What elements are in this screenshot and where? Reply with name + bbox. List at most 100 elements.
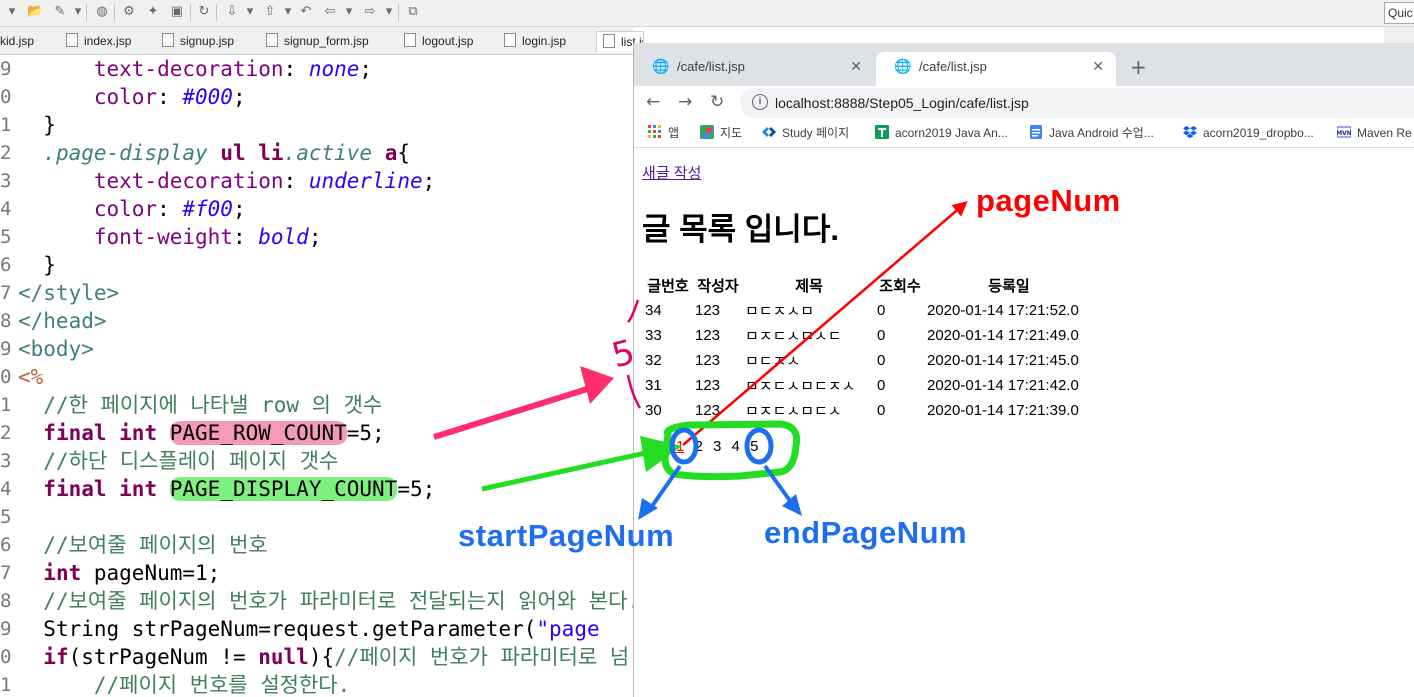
tab-signup-jsp[interactable]: signup.jsp bbox=[162, 31, 234, 51]
bookmark-acorn-java[interactable]: acorn2019 Java An... bbox=[875, 122, 1008, 144]
dropbox-icon bbox=[1183, 126, 1197, 139]
page-link-1[interactable]: 1 bbox=[676, 438, 684, 455]
line-number: 2 bbox=[0, 142, 12, 164]
css-value: #f00 bbox=[182, 197, 233, 221]
cell-title: ㅁㄷㅈㅅㅁ bbox=[745, 303, 815, 320]
close-icon[interactable]: ✕ bbox=[1092, 52, 1104, 82]
css-selector: li bbox=[258, 141, 284, 165]
css-property: font-weight bbox=[93, 225, 233, 249]
cell-date: 2020-01-14 17:21:52.0 bbox=[927, 302, 1079, 319]
next-annotation-icon[interactable]: ⇩ bbox=[224, 4, 240, 20]
code-text: =5; bbox=[397, 477, 436, 501]
browser-tab-active[interactable]: 🌐 /cafe/list.jsp ✕ bbox=[876, 52, 1116, 86]
prev-annotation-icon[interactable]: ⇧ bbox=[262, 4, 278, 20]
code-line: </style> bbox=[18, 279, 119, 307]
new-file-icon[interactable]: ▣ bbox=[169, 4, 185, 20]
dropdown-arrow-icon[interactable]: ▾ bbox=[280, 4, 296, 20]
dropdown-arrow-icon[interactable]: ▾ bbox=[381, 4, 397, 20]
bookmark-label: Java Android 수업... bbox=[1049, 126, 1154, 140]
back-icon[interactable]: ← bbox=[646, 91, 660, 113]
new-class-icon[interactable]: ⚙ bbox=[121, 4, 137, 20]
back-icon[interactable]: ⇦ bbox=[322, 4, 338, 20]
quick-access-input[interactable]: Quic bbox=[1384, 2, 1414, 24]
table-header-row: 글번호 작성자 제목 조회수 등록일 bbox=[644, 274, 1092, 297]
code-line: if(strPageNum != null){//페이지 번호가 파라미터로 넘 bbox=[18, 643, 629, 671]
tab-label: login.jsp bbox=[522, 34, 567, 48]
info-icon[interactable]: i bbox=[752, 94, 768, 110]
globe-icon[interactable]: ◍ bbox=[94, 4, 110, 20]
css-selector: .page-display bbox=[43, 141, 208, 165]
bookmark-apps[interactable]: 앱 bbox=[648, 122, 679, 144]
cell-date: 2020-01-14 17:21:39.0 bbox=[927, 402, 1079, 419]
open-perspective-icon[interactable]: ⧉ bbox=[405, 4, 421, 20]
string-literal: "page bbox=[536, 617, 600, 641]
forward-icon[interactable]: ⇨ bbox=[362, 4, 378, 20]
css-value: underline bbox=[308, 169, 423, 193]
dropdown-arrow-icon[interactable]: ▾ bbox=[70, 4, 86, 20]
code-comment: //보여줄 페이지의 번호가 파라미터로 전달되는지 읽어와 본다. bbox=[43, 589, 634, 613]
code-text: } bbox=[43, 113, 56, 137]
close-icon[interactable]: ✕ bbox=[850, 52, 862, 82]
new-package-icon[interactable]: ✦ bbox=[145, 4, 161, 20]
page-link-3[interactable]: 3 bbox=[713, 438, 721, 455]
tab-signup-form-jsp[interactable]: signup_form.jsp bbox=[266, 31, 369, 51]
page-display-count-var: PAGE_DISPLAY_COUNT bbox=[169, 477, 398, 501]
bookmark-java-android[interactable]: Java Android 수업... bbox=[1029, 122, 1154, 144]
code-line: int pageNum=1; bbox=[18, 559, 220, 587]
globe-icon: 🌐 bbox=[894, 59, 912, 75]
jsp-open-tag: <% bbox=[18, 365, 44, 389]
bookmark-label: 지도 bbox=[720, 126, 743, 140]
bookmark-maven[interactable]: MVN Maven Re bbox=[1337, 122, 1412, 144]
line-number: 5 bbox=[0, 506, 12, 528]
code-line: //보여줄 페이지의 번호 bbox=[18, 531, 267, 559]
page-link-5[interactable]: 5 bbox=[750, 438, 758, 455]
reload-icon[interactable]: ↻ bbox=[710, 91, 724, 113]
page-link-2[interactable]: 2 bbox=[695, 438, 703, 455]
code-line: <% bbox=[18, 363, 43, 391]
table-row: 30 123 ㅁㅈㄷㅅㅁㄷㅅ 0 2020-01-14 17:21:39.0 bbox=[644, 399, 1092, 422]
code-line: final int PAGE_ROW_COUNT=5; bbox=[18, 419, 385, 447]
dropdown-arrow-icon[interactable]: ▾ bbox=[4, 4, 20, 20]
cell-writer: 123 bbox=[695, 402, 721, 419]
column-header: 제목 bbox=[795, 278, 823, 295]
line-number: 9 bbox=[0, 618, 12, 640]
url-input[interactable]: i localhost:8888/Step05_Login/cafe/list.… bbox=[740, 88, 1414, 118]
last-edit-icon[interactable]: ↶ bbox=[298, 4, 314, 20]
cell-writer: 123 bbox=[695, 302, 721, 319]
html-tag: </style> bbox=[18, 281, 120, 305]
tab-login-jsp[interactable]: login.jsp bbox=[504, 31, 566, 51]
css-property: text-decoration bbox=[93, 169, 284, 193]
file-icon bbox=[66, 33, 78, 47]
open-folder-icon[interactable]: 📂 bbox=[27, 4, 43, 20]
cell-views: 0 bbox=[877, 377, 886, 394]
code-line: <body> bbox=[18, 335, 94, 363]
line-number: 8 bbox=[0, 590, 12, 612]
forward-icon[interactable]: → bbox=[678, 91, 692, 113]
html-tag: <body> bbox=[18, 337, 94, 361]
page-link-4[interactable]: 4 bbox=[732, 438, 740, 455]
dropdown-arrow-icon[interactable]: ▾ bbox=[242, 4, 258, 20]
bookmark-maps[interactable]: 지도 bbox=[700, 122, 742, 144]
code-line: font-weight: bold; bbox=[93, 225, 322, 249]
tab-kid-jsp[interactable]: kid.jsp bbox=[0, 31, 34, 51]
code-editor[interactable]: 9 0 1 2 3 4 5 6 7 8 9 0 1 2 3 4 5 6 7 8 … bbox=[0, 55, 634, 697]
tab-index-jsp[interactable]: index.jsp bbox=[66, 31, 131, 51]
line-number: 7 bbox=[0, 562, 12, 584]
dropdown-arrow-icon[interactable]: ▾ bbox=[341, 4, 357, 20]
line-number: 4 bbox=[0, 478, 12, 500]
bookmark-study[interactable]: Study 페이지 bbox=[762, 122, 849, 144]
bookmarks-bar: 앱 지도 Study 페이지 acorn2019 Java An... Java… bbox=[634, 119, 1414, 148]
wand-icon[interactable]: ✎ bbox=[52, 4, 68, 20]
java-keyword: final int bbox=[43, 421, 158, 445]
code-line: //페이지 번호를 설정한다. bbox=[18, 671, 350, 697]
line-number: 9 bbox=[0, 338, 12, 360]
code-text: } bbox=[43, 253, 56, 277]
browser-tab[interactable]: 🌐 /cafe/list.jsp ✕ bbox=[634, 52, 874, 86]
tab-logout-jsp[interactable]: logout.jsp bbox=[404, 31, 473, 51]
new-tab-icon[interactable]: + bbox=[1130, 55, 1147, 79]
page-row-count-var: PAGE_ROW_COUNT bbox=[169, 421, 347, 445]
refresh-icon[interactable]: ↻ bbox=[196, 4, 212, 20]
new-post-link[interactable]: 새글 작성 bbox=[642, 162, 701, 183]
bookmark-dropbox[interactable]: acorn2019_dropbo... bbox=[1183, 122, 1314, 144]
code-line: } bbox=[18, 251, 56, 279]
